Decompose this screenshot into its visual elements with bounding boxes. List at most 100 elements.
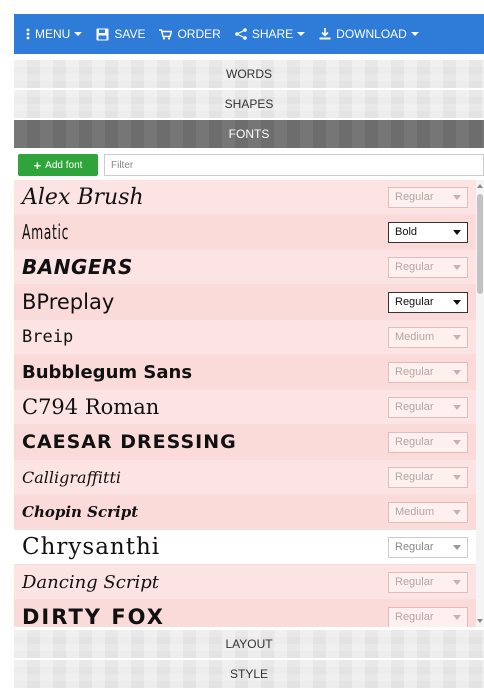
font-name: Amatic — [22, 220, 70, 244]
font-weight-select[interactable]: Regular — [388, 571, 468, 593]
font-row-c794-roman[interactable]: C794 Roman Regular — [14, 390, 476, 425]
save-label: SAVE — [114, 27, 146, 41]
section-shapes[interactable]: SHAPES — [14, 90, 484, 118]
font-filter-input[interactable] — [104, 154, 484, 176]
chevron-down-icon — [453, 509, 461, 515]
font-row-bubblegum-sans[interactable]: Bubblegum Sans Regular — [14, 355, 476, 390]
scroll-up-icon[interactable] — [477, 184, 483, 188]
chevron-down-icon — [297, 32, 306, 36]
chevron-down-icon — [453, 404, 461, 410]
chevron-down-icon — [453, 614, 461, 620]
font-weight-value: Regular — [395, 436, 434, 448]
font-weight-select[interactable]: Regular — [388, 606, 468, 627]
font-filter-row: + Add font — [14, 153, 484, 177]
font-row-breip[interactable]: Breip Medium — [14, 320, 476, 355]
chevron-down-icon — [453, 229, 461, 235]
chevron-down-icon — [410, 32, 419, 36]
font-name: Dancing Script — [22, 571, 159, 593]
font-name: C794 Roman — [22, 395, 160, 419]
font-weight-value: Bold — [395, 226, 418, 238]
chevron-down-icon — [453, 264, 461, 270]
font-name: BPreplay — [22, 290, 115, 314]
font-weight-select[interactable]: Regular — [388, 431, 468, 453]
chevron-down-icon — [453, 474, 461, 480]
font-row-bpreplay[interactable]: BPreplay Regular — [14, 285, 476, 320]
font-row-bangers[interactable]: BANGERS Regular — [14, 250, 476, 285]
scroll-down-icon[interactable] — [477, 619, 483, 623]
font-weight-value: Regular — [395, 576, 434, 588]
chevron-down-icon — [74, 32, 83, 36]
font-weight-select[interactable]: Regular — [388, 396, 468, 418]
font-weight-value: Regular — [395, 471, 434, 483]
font-name-wrap: Amatic — [14, 219, 98, 245]
download-button[interactable]: DOWNLOAD — [319, 27, 419, 41]
font-name: Calligraffitti — [22, 467, 121, 487]
font-weight-value: Regular — [395, 611, 434, 623]
font-weight-value: Regular — [395, 261, 434, 273]
font-name: Alex Brush — [22, 184, 144, 210]
font-name: Chrysanthi — [22, 534, 161, 560]
section-style[interactable]: STYLE — [14, 660, 484, 688]
font-weight-select[interactable]: Medium — [388, 326, 468, 348]
font-weight-select[interactable]: Medium — [388, 501, 468, 523]
chevron-down-icon — [453, 369, 461, 375]
menu-label: MENU — [35, 27, 71, 41]
vertical-dots-icon — [26, 28, 30, 40]
order-button[interactable]: ORDER — [159, 27, 221, 41]
font-name: BANGERS — [22, 255, 133, 279]
add-font-label: Add font — [45, 159, 83, 171]
font-weight-value: Medium — [395, 331, 435, 343]
font-row-chopin-script[interactable]: Chopin Script Medium — [14, 495, 476, 530]
section-words[interactable]: WORDS — [14, 60, 484, 88]
share-button[interactable]: SHARE — [235, 27, 306, 41]
font-name: CAESAR DRESSING — [22, 431, 237, 453]
section-layout-label: LAYOUT — [225, 637, 273, 651]
font-list: Alex Brush Regular Amatic Bold BANGERS R… — [14, 180, 476, 627]
font-name: Bubblegum Sans — [22, 361, 193, 383]
cart-icon — [159, 28, 173, 40]
font-weight-value: Medium — [395, 506, 435, 518]
font-row-chrysanthi[interactable]: Chrysanthi Regular — [14, 530, 476, 565]
add-font-button[interactable]: + Add font — [18, 154, 98, 176]
section-layout[interactable]: LAYOUT — [14, 630, 484, 658]
download-icon — [319, 28, 331, 40]
scroll-thumb[interactable] — [477, 194, 483, 294]
font-weight-select[interactable]: Regular — [388, 361, 468, 383]
font-list-scrollbar[interactable] — [476, 180, 484, 627]
section-fonts[interactable]: FONTS — [14, 120, 484, 148]
share-icon — [235, 28, 247, 40]
font-row-amatic[interactable]: Amatic Bold — [14, 215, 476, 250]
font-row-calligraffitti[interactable]: Calligraffitti Regular — [14, 460, 476, 495]
download-label: DOWNLOAD — [336, 27, 407, 41]
share-label: SHARE — [251, 27, 294, 41]
section-fonts-label: FONTS — [228, 127, 270, 141]
main-toolbar: MENU SAVE ORDER SHARE DOWNLOAD — [14, 14, 484, 54]
font-weight-value: Regular — [395, 401, 434, 413]
chevron-down-icon — [453, 334, 461, 340]
chevron-down-icon — [453, 194, 461, 200]
font-weight-value: Regular — [395, 191, 434, 203]
chevron-down-icon — [453, 439, 461, 445]
font-row-dancing-script[interactable]: Dancing Script Regular — [14, 565, 476, 600]
font-weight-select[interactable]: Regular — [388, 186, 468, 208]
save-button[interactable]: SAVE — [96, 27, 145, 41]
chevron-down-icon — [453, 299, 461, 305]
chevron-down-icon — [453, 544, 461, 550]
font-weight-select[interactable]: Bold — [388, 221, 468, 243]
floppy-disk-icon — [96, 28, 109, 40]
font-weight-select[interactable]: Regular — [388, 291, 468, 313]
section-style-label: STYLE — [229, 667, 268, 681]
font-weight-value: Regular — [395, 296, 434, 308]
font-row-dirty-fox[interactable]: DIRTY FOX Regular — [14, 600, 476, 627]
chevron-down-icon — [453, 579, 461, 585]
font-name: DIRTY FOX — [22, 605, 165, 627]
font-weight-select[interactable]: Regular — [388, 256, 468, 278]
font-name: Breip — [22, 327, 74, 347]
plus-icon: + — [33, 157, 42, 173]
font-weight-select[interactable]: Regular — [388, 466, 468, 488]
menu-button[interactable]: MENU — [26, 27, 83, 41]
font-weight-value: Regular — [395, 541, 434, 553]
font-row-caesar-dressing[interactable]: CAESAR DRESSING Regular — [14, 425, 476, 460]
font-weight-select[interactable]: Regular — [388, 536, 468, 558]
font-row-alex-brush[interactable]: Alex Brush Regular — [14, 180, 476, 215]
